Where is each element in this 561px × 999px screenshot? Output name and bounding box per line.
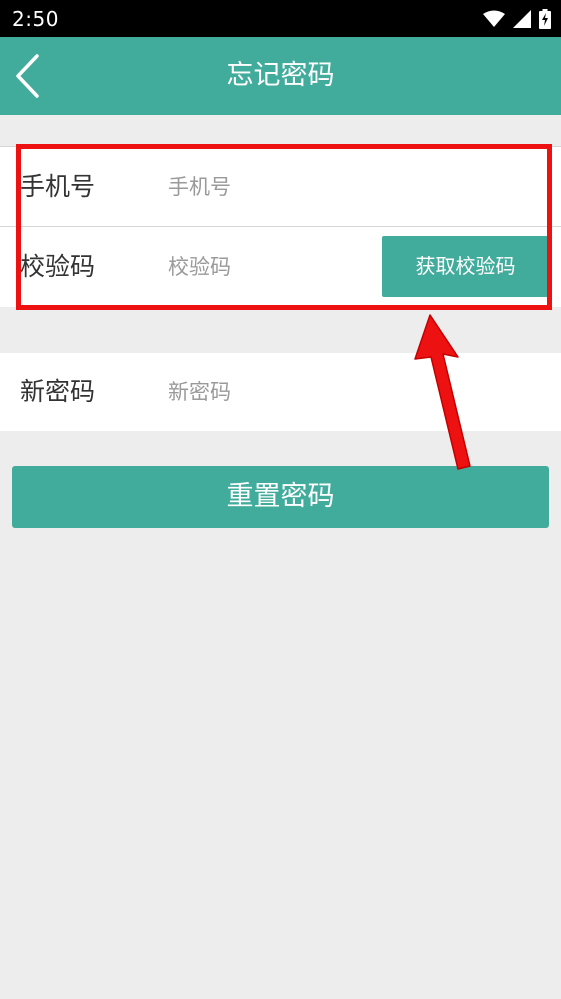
app-bar: 忘记密码 [0, 37, 561, 115]
reset-password-button[interactable]: 重置密码 [12, 466, 549, 528]
code-input[interactable] [168, 251, 368, 283]
new-password-input[interactable] [168, 376, 528, 408]
new-password-label: 新密码 [20, 377, 96, 406]
status-time: 2:50 [12, 7, 59, 31]
code-label: 校验码 [20, 252, 96, 281]
status-icons [483, 6, 551, 32]
get-code-button[interactable]: 获取校验码 [382, 236, 549, 297]
page-title: 忘记密码 [226, 60, 335, 91]
signal-icon [513, 10, 531, 28]
back-button[interactable] [6, 51, 50, 101]
code-row: 校验码 获取校验码 [0, 227, 561, 306]
phone-row: 手机号 [0, 147, 561, 227]
password-card: 新密码 [0, 353, 561, 431]
new-password-row: 新密码 [0, 353, 561, 431]
chevron-left-icon [16, 54, 39, 98]
status-bar: 2:50 [0, 0, 561, 37]
phone-input[interactable] [168, 171, 528, 203]
phone-label: 手机号 [20, 172, 96, 201]
verification-card: 手机号 校验码 获取校验码 [0, 146, 561, 307]
wifi-icon [483, 10, 505, 27]
battery-charging-icon [539, 9, 551, 29]
